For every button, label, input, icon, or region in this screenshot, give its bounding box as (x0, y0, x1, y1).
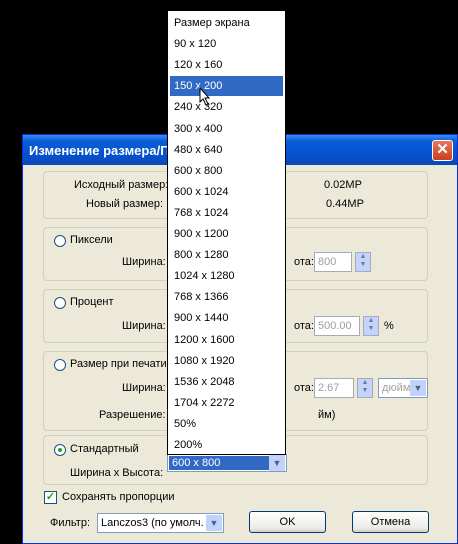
standard-size-select[interactable]: 600 x 800 ▼ (167, 454, 287, 472)
dropdown-item[interactable]: 768 x 1366 (170, 287, 283, 307)
dropdown-item[interactable]: 200% (170, 435, 283, 455)
dropdown-item[interactable]: 120 x 160 (170, 55, 283, 75)
chevron-down-icon[interactable]: ▼ (206, 515, 222, 531)
keep-proportions-label: Сохранять пропорции (62, 491, 175, 503)
print-width-label: Ширина: (122, 382, 166, 394)
resolution-label: Разрешение: (99, 409, 166, 421)
dropdown-item[interactable]: 150 x 200 (170, 76, 283, 97)
filter-label: Фильтр: (50, 517, 91, 529)
percent-unit: % (384, 320, 394, 332)
percent-height-input[interactable]: 500.00 (314, 316, 360, 336)
dropdown-item[interactable]: 480 x 640 (170, 140, 283, 160)
mouse-cursor-icon (199, 87, 211, 106)
print-size-radio[interactable] (54, 359, 66, 371)
percent-height-label: ота: (294, 320, 314, 332)
resolution-unit: йм) (318, 409, 336, 421)
standard-label: Стандартный (70, 443, 139, 455)
dropdown-item[interactable]: 768 x 1024 (170, 203, 283, 223)
dropdown-item[interactable]: 1536 x 2048 (170, 372, 283, 392)
dropdown-item[interactable]: Размер экрана (170, 13, 283, 33)
dropdown-item[interactable]: 900 x 1440 (170, 308, 283, 328)
dropdown-item[interactable]: 900 x 1200 (170, 224, 283, 244)
pixels-height-input[interactable]: 800 (314, 252, 352, 272)
pixels-height-label: ота: (294, 256, 314, 268)
print-height-input[interactable]: 2.67 (314, 378, 354, 398)
filter-value: Lanczos3 (по умолч. (101, 517, 204, 529)
pixels-label: Пиксели (70, 234, 113, 246)
close-icon[interactable]: ✕ (432, 140, 453, 161)
standard-size-value: 600 x 800 (169, 456, 271, 470)
dropdown-item[interactable]: 1200 x 1600 (170, 330, 283, 350)
pixels-radio[interactable] (54, 235, 66, 247)
percent-radio[interactable] (54, 297, 66, 309)
print-unit-select[interactable]: дюймы ▼ (378, 378, 428, 398)
original-size-label: Исходный размер: (74, 179, 169, 191)
dropdown-item[interactable]: 240 x 320 (170, 97, 283, 117)
standard-size-dropdown-list: Размер экрана 90 x 120 120 x 160 150 x 200 2… (167, 10, 286, 455)
pixels-width-label: Ширина: (122, 256, 166, 268)
dropdown-item[interactable]: 50% (170, 414, 283, 434)
cancel-button[interactable]: Отмена (352, 511, 429, 533)
dropdown-item[interactable]: 1704 x 2272 (170, 393, 283, 413)
dropdown-item[interactable]: 800 x 1280 (170, 245, 283, 265)
percent-width-label: Ширина: (122, 320, 166, 332)
dropdown-item[interactable]: 600 x 800 (170, 161, 283, 181)
filter-select[interactable]: Lanczos3 (по умолч. ▼ (97, 513, 224, 533)
dropdown-item[interactable]: 1024 x 1280 (170, 266, 283, 286)
pixels-height-spinner[interactable]: ▲ ▼ (355, 252, 371, 272)
standard-radio[interactable] (54, 444, 66, 456)
percent-height-spinner[interactable]: ▲ ▼ (363, 316, 379, 336)
print-height-spinner[interactable]: ▲ ▼ (357, 378, 373, 398)
dialog-title: Изменение размера/Пе (29, 143, 177, 158)
ok-button[interactable]: OK (249, 511, 326, 533)
chevron-down-icon[interactable]: ▼ (410, 380, 426, 396)
original-size-value: 0.02MP (324, 179, 362, 191)
keep-proportions-checkbox[interactable]: ✓ (44, 491, 57, 504)
dropdown-item[interactable]: 300 x 400 (170, 119, 283, 139)
print-size-label: Размер при печати (70, 358, 167, 370)
new-size-value: 0.44MP (326, 198, 364, 210)
standard-size-label: Ширина x Высота: (70, 467, 164, 479)
dropdown-item[interactable]: 600 x 1024 (170, 182, 283, 202)
print-height-label: ота: (294, 382, 314, 394)
dropdown-item[interactable]: 1080 x 1920 (170, 351, 283, 371)
chevron-down-icon[interactable]: ▼ (269, 455, 285, 471)
new-size-label: Новый размер: (86, 198, 164, 210)
percent-label: Процент (70, 296, 114, 308)
dropdown-item[interactable]: 90 x 120 (170, 34, 283, 54)
